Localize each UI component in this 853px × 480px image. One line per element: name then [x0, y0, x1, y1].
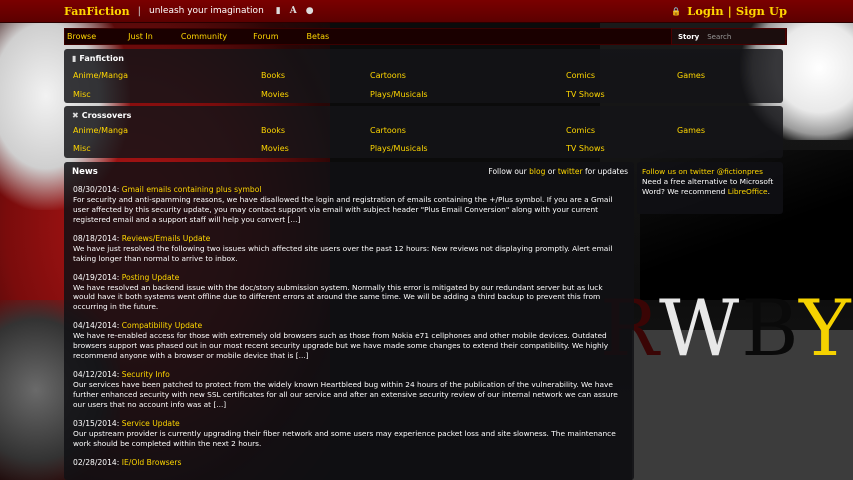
news-title: News	[72, 167, 98, 177]
fanfiction-tv-shows-link[interactable]: TV Shows	[566, 90, 605, 99]
search-input[interactable]	[707, 31, 778, 42]
news-headline-link[interactable]: Compatibility Update	[122, 321, 202, 330]
font-icon[interactable]: A	[290, 6, 297, 16]
news-item: 04/14/2014: Compatibility Update We have…	[73, 321, 625, 361]
twitter-link[interactable]: twitter	[558, 167, 583, 176]
crossovers-books-link[interactable]: Books	[261, 126, 285, 135]
news-date: 04/14/2014:	[73, 321, 120, 331]
news-body: Our upstream provider is currently upgra…	[73, 428, 616, 448]
news-list: 08/30/2014: Gmail emails containing plus…	[73, 185, 625, 477]
fanfiction-panel: ▮ Fanfiction Anime/Manga Books Cartoons …	[64, 49, 783, 103]
fanfiction-movies-link[interactable]: Movies	[261, 90, 289, 99]
auth-links: 🔒 Login | Sign Up	[671, 4, 787, 18]
news-date: 08/18/2014:	[73, 233, 120, 243]
fanfiction-plays-musicals-link[interactable]: Plays/Musicals	[370, 90, 428, 99]
news-item: 04/19/2014: Posting Update We have resol…	[73, 273, 625, 313]
news-body: For security and anti-spamming reasons, …	[73, 195, 613, 224]
crossovers-tv-shows-link[interactable]: TV Shows	[566, 144, 605, 153]
news-date: 04/19/2014:	[73, 272, 120, 282]
twitter-follow-link[interactable]: Follow us on twitter @fictionpres	[642, 167, 763, 176]
nav-just-in[interactable]: Just In	[128, 32, 153, 41]
news-body: We have resolved an backend issue with t…	[73, 282, 603, 312]
fanfiction-comics-link[interactable]: Comics	[566, 71, 595, 80]
fanfiction-anime-manga-link[interactable]: Anime/Manga	[73, 71, 128, 80]
rwby-logo: RWBY	[600, 284, 853, 374]
header-bar: FanFiction | unleash your imagination ▮ …	[0, 0, 853, 23]
mobile-icon[interactable]: ▮	[276, 6, 281, 16]
news-date: 03/15/2014:	[73, 418, 120, 428]
news-item: 03/15/2014: Service Update Our upstream …	[73, 419, 625, 449]
news-headline-link[interactable]: Service Update	[122, 419, 180, 428]
follow-suffix: for updates	[584, 167, 628, 176]
follow-or: or	[547, 167, 556, 176]
book-icon: ▮	[72, 54, 77, 63]
news-body: We have re-enabled access for those with…	[73, 331, 609, 361]
news-headline-link[interactable]: Posting Update	[122, 273, 180, 282]
fanfiction-misc-link[interactable]: Misc	[73, 90, 91, 99]
main-nav: Browse Just In Community Forum Betas Sto…	[64, 28, 787, 45]
crossovers-movies-link[interactable]: Movies	[261, 144, 289, 153]
fanfiction-title: Fanfiction	[79, 54, 124, 63]
crossovers-panel: ✖ Crossovers Anime/Manga Books Cartoons …	[64, 106, 783, 158]
nav-browse[interactable]: Browse	[67, 32, 96, 41]
fanfiction-books-link[interactable]: Books	[261, 71, 285, 80]
site-tagline: unleash your imagination	[149, 6, 264, 16]
crossovers-title: Crossovers	[81, 111, 132, 120]
news-body: Our services have been patched to protec…	[73, 379, 618, 409]
crossovers-heading: ✖ Crossovers	[72, 111, 131, 120]
auth-separator: |	[727, 4, 732, 18]
news-item: 08/18/2014: Reviews/Emails Update We hav…	[73, 234, 625, 264]
signup-link[interactable]: Sign Up	[736, 4, 787, 18]
sidebar-text: Need a free alternative to Microsoft Wor…	[642, 177, 780, 197]
fanfiction-heading: ▮ Fanfiction	[72, 54, 124, 63]
news-follow-line: Follow our blog or twitter for updates	[488, 167, 628, 176]
fanfiction-games-link[interactable]: Games	[677, 71, 705, 80]
news-date: 08/30/2014:	[73, 185, 120, 194]
news-date: 04/12/2014:	[73, 369, 120, 379]
crossovers-plays-musicals-link[interactable]: Plays/Musicals	[370, 144, 428, 153]
libreoffice-link[interactable]: LibreOffice	[728, 187, 768, 196]
news-headline-link[interactable]: Gmail emails containing plus symbol	[122, 185, 262, 194]
search-scope[interactable]: Story	[678, 33, 699, 41]
globe-icon[interactable]: ●	[306, 6, 314, 16]
news-body: We have just resolved the following two …	[73, 243, 613, 263]
crossovers-anime-manga-link[interactable]: Anime/Manga	[73, 126, 128, 135]
crossovers-comics-link[interactable]: Comics	[566, 126, 595, 135]
sidebar-period: .	[767, 186, 770, 196]
news-date: 02/28/2014:	[73, 457, 120, 467]
sidebar-panel: Follow us on twitter @fictionpres Need a…	[637, 162, 783, 214]
news-panel: News Follow our blog or twitter for upda…	[64, 162, 634, 480]
news-headline-link[interactable]: Reviews/Emails Update	[122, 234, 211, 243]
news-item: 08/30/2014: Gmail emails containing plus…	[73, 185, 625, 225]
nav-forum[interactable]: Forum	[253, 32, 278, 41]
news-headline-link[interactable]: Security Info	[122, 370, 170, 379]
crossovers-games-link[interactable]: Games	[677, 126, 705, 135]
crossovers-cartoons-link[interactable]: Cartoons	[370, 126, 406, 135]
login-link[interactable]: Login	[687, 4, 724, 18]
lock-icon: 🔒	[671, 6, 682, 16]
shuffle-icon: ✖	[72, 111, 79, 120]
news-headline-link[interactable]: IE/Old Browsers	[122, 458, 182, 467]
blog-link[interactable]: blog	[529, 167, 545, 176]
site-logo[interactable]: FanFiction	[64, 5, 130, 18]
crossovers-misc-link[interactable]: Misc	[73, 144, 91, 153]
nav-betas[interactable]: Betas	[307, 32, 330, 41]
header-icons: ▮ A ●	[276, 6, 314, 16]
news-item: 02/28/2014: IE/Old Browsers	[73, 458, 625, 468]
search-box: Story	[671, 28, 786, 45]
follow-prefix: Follow our	[488, 167, 527, 176]
header-separator: |	[137, 5, 141, 17]
news-item: 04/12/2014: Security Info Our services h…	[73, 370, 625, 410]
nav-community[interactable]: Community	[181, 32, 227, 41]
fanfiction-cartoons-link[interactable]: Cartoons	[370, 71, 406, 80]
